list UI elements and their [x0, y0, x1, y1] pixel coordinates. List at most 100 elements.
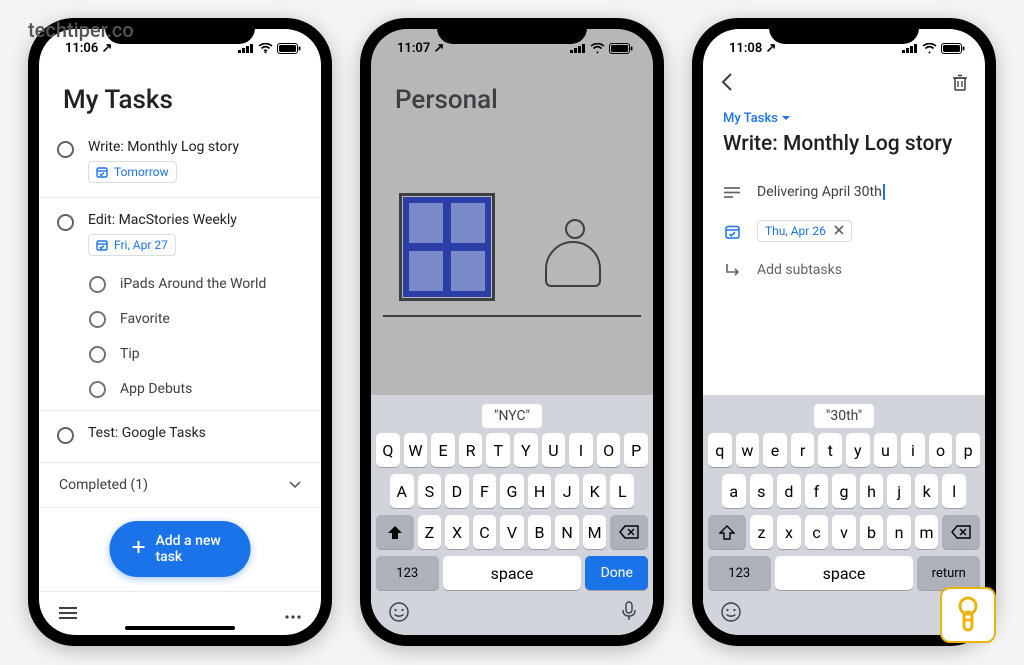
key-x[interactable]: X [445, 515, 469, 549]
key-t[interactable]: t [818, 433, 842, 467]
task-title-field[interactable]: Write: Monthly Log story [703, 130, 985, 174]
key-j[interactable]: j [887, 474, 911, 508]
key-c[interactable]: C [473, 515, 497, 549]
key-r[interactable]: R [459, 433, 483, 467]
key-j[interactable]: J [555, 474, 579, 508]
key-h[interactable]: H [528, 474, 552, 508]
key-q[interactable]: Q [376, 433, 400, 467]
subtask-row[interactable]: Tip [39, 336, 321, 371]
task-row[interactable]: Test: Google Tasks [39, 415, 321, 454]
numeric-key[interactable]: 123 [708, 556, 771, 590]
backspace-key[interactable] [610, 515, 648, 549]
key-u[interactable]: U [542, 433, 566, 467]
backspace-key[interactable] [942, 515, 980, 549]
key-v[interactable]: v [832, 515, 856, 549]
key-m[interactable]: M [583, 515, 607, 549]
key-k[interactable]: k [915, 474, 939, 508]
key-s[interactable]: s [750, 474, 774, 508]
key-f[interactable]: F [473, 474, 497, 508]
keyboard-suggestion[interactable]: "NYC" [482, 404, 542, 428]
key-z[interactable]: z [750, 515, 774, 549]
subtask-complete-toggle[interactable] [89, 276, 106, 293]
key-m[interactable]: m [915, 515, 939, 549]
key-i[interactable]: i [901, 433, 925, 467]
key-y[interactable]: y [846, 433, 870, 467]
key-n[interactable]: N [555, 515, 579, 549]
return-key[interactable]: return [917, 556, 980, 590]
key-a[interactable]: A [390, 474, 414, 508]
key-c[interactable]: c [805, 515, 829, 549]
key-o[interactable]: O [597, 433, 621, 467]
shift-key[interactable] [708, 515, 746, 549]
key-h[interactable]: h [860, 474, 884, 508]
subtask-complete-toggle[interactable] [89, 346, 106, 363]
key-d[interactable]: D [445, 474, 469, 508]
subtask-complete-toggle[interactable] [89, 311, 106, 328]
key-b[interactable]: B [528, 515, 552, 549]
keyboard-suggestion[interactable]: "30th" [814, 404, 874, 428]
details-field[interactable]: Delivering April 30th [703, 174, 985, 210]
key-w[interactable]: W [404, 433, 428, 467]
space-key[interactable]: space [443, 556, 582, 590]
key-l[interactable]: l [942, 474, 966, 508]
task-complete-toggle[interactable] [57, 427, 74, 444]
add-task-button[interactable]: Add a new task [110, 521, 251, 577]
key-w[interactable]: w [736, 433, 760, 467]
menu-icon[interactable] [59, 604, 77, 623]
key-e[interactable]: E [431, 433, 455, 467]
task-complete-toggle[interactable] [57, 141, 74, 158]
key-n[interactable]: n [887, 515, 911, 549]
home-indicator[interactable] [125, 626, 235, 630]
space-key[interactable]: space [775, 556, 914, 590]
key-z[interactable]: Z [418, 515, 442, 549]
task-title: Edit: MacStories Weekly [88, 212, 303, 228]
key-p[interactable]: p [956, 433, 980, 467]
completed-section-toggle[interactable]: Completed (1) [39, 462, 321, 508]
more-icon[interactable] [285, 604, 301, 623]
key-q[interactable]: q [708, 433, 732, 467]
key-x[interactable]: x [777, 515, 801, 549]
key-k[interactable]: K [583, 474, 607, 508]
task-complete-toggle[interactable] [57, 214, 74, 231]
key-e[interactable]: e [763, 433, 787, 467]
list-selector[interactable]: My Tasks [703, 101, 985, 130]
key-b[interactable]: b [860, 515, 884, 549]
subtask-row[interactable]: Favorite [39, 301, 321, 336]
back-button[interactable] [721, 73, 733, 95]
key-o[interactable]: o [929, 433, 953, 467]
subtask-row[interactable]: App Debuts [39, 371, 321, 406]
key-s[interactable]: S [418, 474, 442, 508]
numeric-key[interactable]: 123 [376, 556, 439, 590]
shift-key[interactable] [376, 515, 414, 549]
key-g[interactable]: g [832, 474, 856, 508]
key-p[interactable]: P [624, 433, 648, 467]
key-a[interactable]: a [722, 474, 746, 508]
emoji-key[interactable] [388, 601, 410, 627]
task-row[interactable]: Edit: MacStories Weekly Fri, Apr 27 [39, 202, 321, 266]
dictation-key[interactable] [622, 601, 636, 627]
key-l[interactable]: L [610, 474, 634, 508]
delete-button[interactable] [953, 74, 967, 95]
task-row[interactable]: Write: Monthly Log story Tomorrow [39, 129, 321, 193]
key-r[interactable]: r [791, 433, 815, 467]
add-subtask-button[interactable]: Add subtasks [703, 252, 985, 288]
key-d[interactable]: d [777, 474, 801, 508]
key-i[interactable]: I [569, 433, 593, 467]
key-u[interactable]: u [874, 433, 898, 467]
date-chip[interactable]: Tomorrow [88, 161, 177, 183]
clear-date-icon[interactable] [834, 224, 844, 238]
subtask-complete-toggle[interactable] [89, 381, 106, 398]
subtask-row[interactable]: iPads Around the World [39, 266, 321, 301]
key-f[interactable]: f [805, 474, 829, 508]
date-chip[interactable]: Fri, Apr 27 [88, 234, 176, 256]
key-v[interactable]: V [500, 515, 524, 549]
key-g[interactable]: G [500, 474, 524, 508]
done-key[interactable]: Done [585, 556, 648, 590]
key-t[interactable]: T [486, 433, 510, 467]
cell-signal-icon [238, 43, 254, 53]
key-y[interactable]: Y [514, 433, 538, 467]
emoji-key[interactable] [720, 601, 742, 627]
dimmed-background[interactable]: Personal [371, 67, 653, 395]
list-selector-label: My Tasks [723, 111, 778, 126]
date-field[interactable]: Thu, Apr 26 [703, 210, 985, 252]
